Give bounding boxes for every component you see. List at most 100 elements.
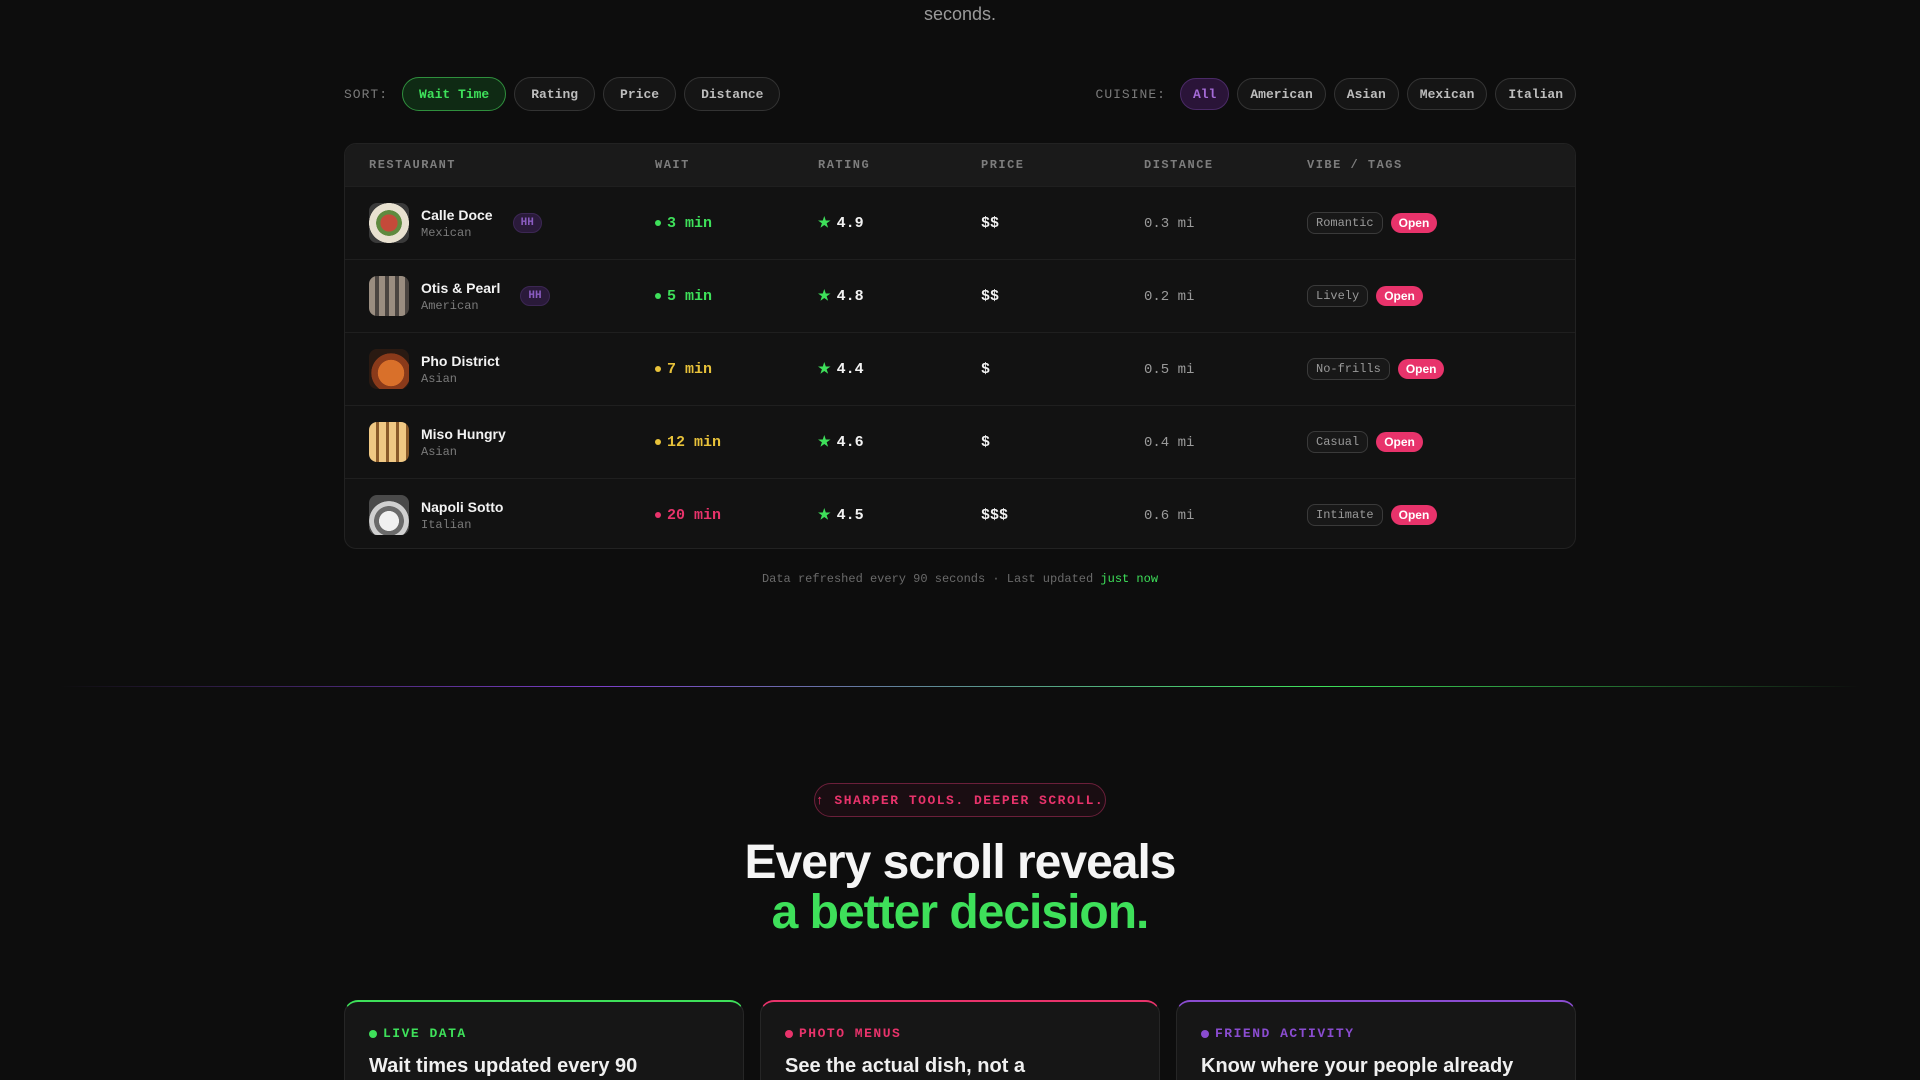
cuisine-american-chip[interactable]: American [1237,78,1326,110]
wait-dot-icon [655,220,661,226]
distance-cell: 0.5 mi [1144,360,1307,378]
column-header-restaurant[interactable]: RESTAURANT [345,158,655,172]
sort-rating-chip[interactable]: Rating [514,77,596,111]
restaurant-name[interactable]: Calle Doce [421,207,493,223]
status-badge: Open [1390,505,1438,525]
sort-wait-time-chip[interactable]: Wait Time [402,77,507,111]
wait-value: 7 min [655,361,818,378]
card-label: PHOTO MENUS [785,1026,1135,1041]
restaurant-info: Napoli Sotto Italian [421,499,503,532]
vibe-tag: No-frills [1307,358,1390,380]
card-title: Wait times updated every 90 [369,1055,638,1077]
status-dot-icon [1201,1029,1209,1038]
sort-price-chip[interactable]: Price [603,77,677,111]
section-eyebrow-pill: ↑ SHARPER TOOLS. DEEPER SCROLL. [814,783,1106,817]
vibe-tag: Lively [1307,285,1369,307]
intro-text-tail: seconds. [923,4,997,24]
wait-cell: 7 min [655,361,818,378]
column-header-price[interactable]: PRICE [981,158,1144,172]
feature-card-friend-activity: FRIEND ACTIVITY Know where your people a… [1176,1000,1576,1080]
restaurant-name[interactable]: Otis & Pearl [421,280,500,296]
restaurant-thumbnail [369,495,409,535]
restaurant-thumbnail [369,276,409,316]
card-label: LIVE DATA [369,1026,719,1041]
price-value: $$ [981,288,1000,305]
distance-cell: 0.3 mi [1144,214,1307,232]
rating-cell: ★ 4.8 [818,288,981,305]
wait-value: 12 min [655,434,818,451]
restaurant-thumbnail [369,349,409,389]
restaurant-cell: Otis & Pearl American HH [345,276,655,316]
rating-text: 4.4 [836,360,864,378]
distance-value: 0.4 mi [1144,435,1195,451]
wait-cell: 12 min [655,434,818,451]
restaurant-name[interactable]: Pho District [421,353,500,369]
cuisine-group: CUISINE: All American Asian Mexican Ital… [1096,78,1576,110]
price-cell: $$ [981,214,1144,232]
price-value: $$ [981,215,1000,232]
sort-label: SORT: [344,86,389,102]
table-row[interactable]: Napoli Sotto Italian 20 min ★ 4.5 $$$ 0.… [345,478,1575,548]
vibe-tag: Casual [1307,431,1369,453]
cuisine-all-chip[interactable]: All [1179,78,1230,110]
rating-text: 4.6 [836,433,864,451]
last-updated-value: just now [1100,572,1159,586]
wait-text: 5 min [667,287,713,305]
headline-line-1: Every scroll reveals [744,836,1176,889]
column-header-distance[interactable]: DISTANCE [1144,158,1307,172]
restaurant-cell: Calle Doce Mexican HH [345,203,655,243]
card-title: See the actual dish, not a [785,1055,1026,1077]
table-controls: SORT: Wait Time Rating Price Distance CU… [344,76,1576,112]
card-label-text: PHOTO MENUS [799,1026,902,1041]
price-cell: $$ [981,287,1144,305]
table-row[interactable]: Calle Doce Mexican HH 3 min ★ 4.9 $$ 0.3… [345,186,1575,259]
price-value: $ [981,361,991,378]
wait-dot-icon [655,366,661,372]
wait-text: 3 min [667,214,713,232]
restaurant-cuisine: Asian [421,371,458,386]
card-label: FRIEND ACTIVITY [1201,1026,1551,1041]
wait-value: 20 min [655,507,818,524]
rating-value: ★ 4.4 [818,361,981,378]
distance-cell: 0.6 mi [1144,506,1307,524]
distance-value: 0.3 mi [1144,216,1195,232]
wait-text: 7 min [667,360,713,378]
wait-dot-icon [655,293,661,299]
status-badge: Open [1390,213,1438,233]
rating-value: ★ 4.8 [818,288,981,305]
cuisine-italian-chip[interactable]: Italian [1495,78,1576,110]
vibe-cell: Lively Open [1307,285,1575,307]
table-header: RESTAURANT WAIT RATING PRICE DISTANCE VI… [345,144,1575,186]
distance-value: 0.5 mi [1144,362,1195,378]
rating-cell: ★ 4.9 [818,215,981,232]
star-icon: ★ [818,215,831,232]
cuisine-asian-chip[interactable]: Asian [1333,78,1399,110]
column-header-rating[interactable]: RATING [818,158,981,172]
vibe-cell: Intimate Open [1307,504,1575,526]
column-header-wait[interactable]: WAIT [655,158,818,172]
restaurant-table: RESTAURANT WAIT RATING PRICE DISTANCE VI… [344,143,1576,549]
restaurant-name[interactable]: Napoli Sotto [421,499,503,515]
table-row[interactable]: Otis & Pearl American HH 5 min ★ 4.8 $$ … [345,259,1575,332]
sort-distance-chip[interactable]: Distance [684,77,781,111]
restaurant-thumbnail [369,203,409,243]
cuisine-mexican-chip[interactable]: Mexican [1406,78,1488,110]
restaurant-info: Pho District Asian [421,353,500,386]
price-cell: $$$ [981,506,1144,524]
happy-hour-badge: HH [520,286,550,306]
restaurant-name[interactable]: Miso Hungry [421,426,506,442]
wait-value: 3 min [655,215,818,232]
price-value: $ [981,434,991,451]
status-badge: Open [1376,432,1423,452]
rating-text: 4.8 [836,287,864,305]
status-badge: Open [1397,359,1445,379]
feature-cards: LIVE DATA Wait times updated every 90 PH… [344,1000,1576,1080]
wait-dot-icon [655,512,661,518]
restaurant-thumbnail [369,422,409,462]
feature-card-live-data: LIVE DATA Wait times updated every 90 [344,1000,744,1080]
distance-value: 0.2 mi [1144,289,1195,305]
table-row[interactable]: Miso Hungry Asian 12 min ★ 4.6 $ 0.4 mi … [345,405,1575,478]
star-icon: ★ [818,288,831,305]
table-row[interactable]: Pho District Asian 7 min ★ 4.4 $ 0.5 mi … [345,332,1575,405]
distance-cell: 0.2 mi [1144,287,1307,305]
